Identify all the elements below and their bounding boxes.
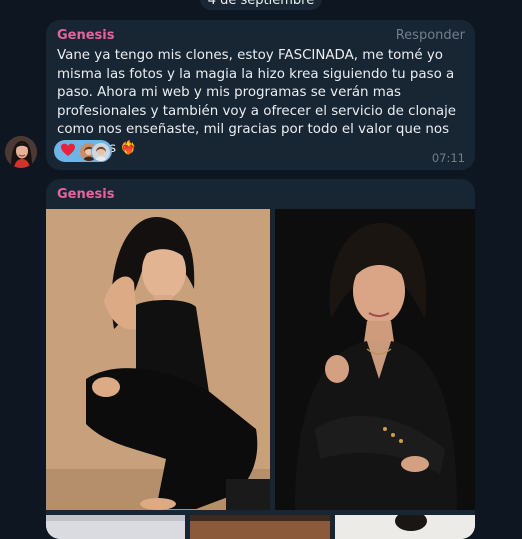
photo-woman-black-backdrop-icon <box>275 209 475 510</box>
user-avatar-icon <box>92 143 110 161</box>
photo-thumbnail-icon <box>335 515 475 539</box>
sender-name[interactable]: Genesis <box>57 28 115 43</box>
message-text: Vane ya tengo mis clones, estoy FASCINAD… <box>57 48 457 156</box>
message-bubble-photos[interactable]: Genesis <box>46 179 475 539</box>
photo-attachment[interactable] <box>275 209 475 510</box>
photo-thumbnail-icon <box>190 515 330 539</box>
photo-woman-seated-icon <box>46 209 270 510</box>
message-time: 07:11 <box>431 151 465 165</box>
sender-name[interactable]: Genesis <box>57 187 115 202</box>
photo-thumbnail-icon <box>46 515 185 539</box>
photo-thumbnail[interactable] <box>190 515 330 539</box>
photo-thumbnail[interactable] <box>46 515 185 539</box>
avatar-portrait-icon <box>5 136 37 168</box>
date-separator: 4 de septiembre <box>200 0 322 10</box>
reactor-avatar <box>91 142 111 162</box>
date-separator-label: 4 de septiembre <box>207 0 315 8</box>
photo-attachment[interactable] <box>46 209 270 510</box>
message-bubble[interactable]: Genesis Responder Vane ya tengo mis clon… <box>46 20 475 170</box>
reaction-chip[interactable] <box>54 140 112 162</box>
photo-thumbnail[interactable] <box>335 515 475 539</box>
reply-button[interactable]: Responder <box>396 28 465 43</box>
sender-avatar[interactable] <box>5 136 37 168</box>
heart-icon <box>61 143 75 156</box>
